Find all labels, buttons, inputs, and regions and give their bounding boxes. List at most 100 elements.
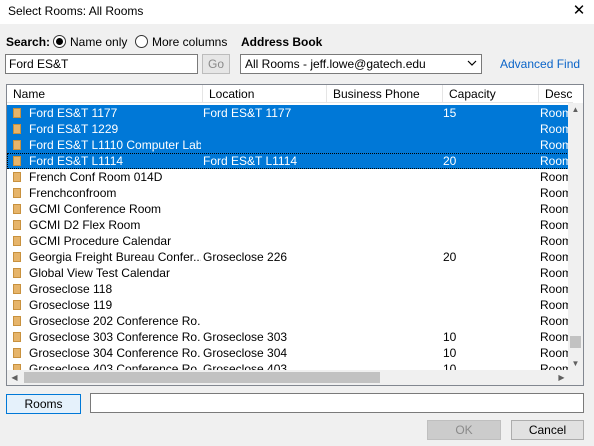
more-columns-label[interactable]: More columns (152, 35, 227, 49)
room-icon (13, 172, 21, 182)
table-row[interactable]: Georgia Freight Bureau Confer... Groseclo… (7, 249, 569, 265)
scroll-down-arrow-icon[interactable]: ▼ (568, 357, 583, 371)
chevron-down-icon (467, 56, 477, 76)
table-row[interactable]: Frenchconfroom Room (7, 185, 569, 201)
search-input[interactable]: Ford ES&T (5, 54, 198, 74)
column-header-description[interactable]: Descrip (539, 85, 573, 103)
room-name: Groseclose 202 Conference Ro... (29, 314, 201, 328)
room-icon (13, 348, 21, 358)
room-phone (327, 201, 439, 217)
room-location: Groseclose 303 (203, 330, 288, 344)
room-phone (327, 169, 439, 185)
room-capacity (443, 233, 533, 249)
cancel-button[interactable]: Cancel (511, 420, 584, 440)
table-row[interactable]: Ford ES&T L1114 Ford ES&T L1114 20 Room (7, 153, 569, 169)
close-button[interactable]: ✕ (564, 0, 594, 24)
room-description: Room (540, 298, 569, 312)
room-icon (13, 268, 21, 278)
room-icon (13, 236, 21, 246)
scroll-up-arrow-icon[interactable]: ▲ (568, 103, 583, 117)
name-only-label[interactable]: Name only (70, 35, 127, 49)
scroll-left-arrow-icon[interactable]: ◀ (7, 371, 22, 385)
vertical-scrollbar[interactable]: ▲ ▼ (568, 103, 583, 371)
room-capacity (443, 313, 533, 329)
column-header-location[interactable]: Location (203, 85, 327, 103)
room-capacity (443, 201, 533, 217)
room-description: Room (540, 346, 569, 360)
room-icon (13, 332, 21, 342)
more-columns-radio[interactable] (135, 35, 148, 48)
advanced-find-link[interactable]: Advanced Find (500, 57, 580, 71)
column-header-phone[interactable]: Business Phone (327, 85, 443, 103)
table-row[interactable]: Groseclose 202 Conference Ro... Room (7, 313, 569, 329)
room-phone (327, 233, 439, 249)
room-icon (13, 220, 21, 230)
horizontal-scroll-thumb[interactable] (24, 372, 380, 383)
table-row[interactable]: GCMI Procedure Calendar Room (7, 233, 569, 249)
address-book-select[interactable]: All Rooms - jeff.lowe@gatech.edu (240, 54, 482, 74)
room-capacity (443, 297, 533, 313)
room-name: Groseclose 304 Conference Ro... (29, 346, 201, 360)
table-row[interactable]: GCMI Conference Room Room (7, 201, 569, 217)
room-phone (327, 153, 439, 169)
room-capacity: 20 (443, 250, 457, 264)
horizontal-scrollbar[interactable]: ◀ ▶ (7, 370, 569, 385)
title-bar: Select Rooms: All Rooms ✕ (0, 0, 594, 24)
room-capacity: 15 (443, 106, 457, 120)
room-description: Room (540, 154, 569, 168)
room-description: Room (540, 202, 569, 216)
room-description: Room (540, 314, 569, 328)
room-name: Ford ES&T L1110 Computer Lab (29, 138, 201, 152)
room-description: Room (540, 330, 569, 344)
room-phone (327, 217, 439, 233)
room-name: Groseclose 303 Conference Ro... (29, 330, 201, 344)
go-button[interactable]: Go (202, 54, 230, 74)
column-header-capacity[interactable]: Capacity (443, 85, 539, 103)
room-location (203, 185, 323, 201)
table-row[interactable]: Ford ES&T 1177 Ford ES&T 1177 15 Room (7, 105, 569, 121)
table-row[interactable]: Groseclose 303 Conference Ro... Groseclos… (7, 329, 569, 345)
room-location (203, 313, 323, 329)
scroll-right-arrow-icon[interactable]: ▶ (554, 371, 569, 385)
table-row[interactable]: Groseclose 119 Room (7, 297, 569, 313)
room-name: GCMI Procedure Calendar (29, 234, 172, 248)
address-book-value: All Rooms - jeff.lowe@gatech.edu (245, 57, 426, 71)
list-rows: Ford ES&T 1177 Ford ES&T 1177 15 Room Ford E… (7, 105, 569, 377)
table-row[interactable]: Ford ES&T L1110 Computer Lab Room (7, 137, 569, 153)
room-name: Georgia Freight Bureau Confer... (29, 250, 201, 264)
list-header: Name Location Business Phone Capacity De… (7, 85, 573, 103)
column-header-name[interactable]: Name (7, 85, 203, 103)
room-phone (327, 281, 439, 297)
name-only-radio[interactable] (53, 35, 66, 48)
room-capacity (443, 217, 533, 233)
room-capacity (443, 281, 533, 297)
room-location (203, 281, 323, 297)
room-phone (327, 249, 439, 265)
table-row[interactable]: Ford ES&T 1229 Room (7, 121, 569, 137)
rooms-list[interactable]: Name Location Business Phone Capacity De… (6, 84, 584, 386)
room-phone (327, 313, 439, 329)
room-description: Room (540, 218, 569, 232)
room-capacity (443, 169, 533, 185)
rooms-button[interactable]: Rooms (6, 394, 81, 414)
table-row[interactable]: Global View Test Calendar Room (7, 265, 569, 281)
room-phone (327, 345, 439, 361)
room-capacity (443, 121, 533, 137)
table-row[interactable]: GCMI D2 Flex Room Room (7, 217, 569, 233)
table-row[interactable]: Groseclose 304 Conference Ro... Groseclos… (7, 345, 569, 361)
room-description: Room (540, 106, 569, 120)
room-name: Groseclose 118 (29, 282, 113, 296)
room-icon (13, 204, 21, 214)
ok-button[interactable]: OK (427, 420, 501, 440)
table-row[interactable]: French Conf Room 014D Room (7, 169, 569, 185)
rooms-field[interactable] (90, 393, 584, 413)
vertical-scroll-thumb[interactable] (570, 336, 581, 348)
table-row[interactable]: Groseclose 118 Room (7, 281, 569, 297)
room-description: Room (540, 234, 569, 248)
room-location (203, 297, 323, 313)
room-description: Room (540, 266, 569, 280)
room-capacity (443, 185, 533, 201)
room-description: Room (540, 138, 569, 152)
room-location (203, 201, 323, 217)
room-phone (327, 297, 439, 313)
